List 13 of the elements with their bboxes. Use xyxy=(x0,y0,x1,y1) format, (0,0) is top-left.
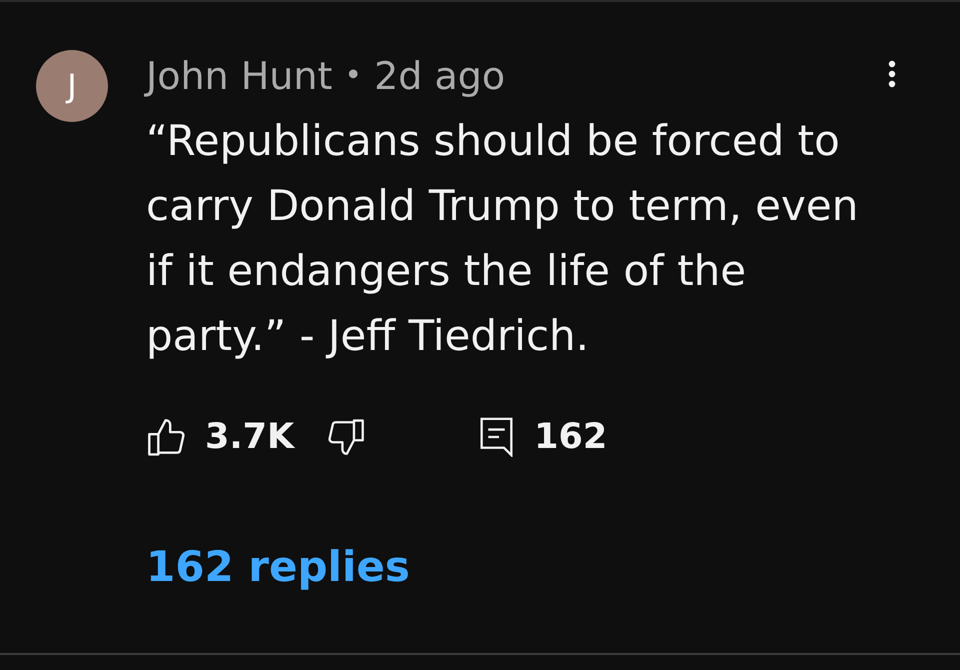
separator-dot: • xyxy=(344,57,362,95)
comment-text: “Republicans should be forced to carry Donald Trump to term, even if it endangers the life of the party.” - Jeff Tiedrich. xyxy=(146,115,860,362)
kebab-menu-icon xyxy=(888,60,896,88)
thumbs-down-icon xyxy=(327,419,364,455)
avatar[interactable]: J xyxy=(36,50,108,122)
reply-button[interactable]: 162 xyxy=(480,417,608,457)
like-button[interactable]: 3.7K xyxy=(148,417,294,457)
author-name[interactable]: John Hunt xyxy=(146,52,332,100)
replies-link[interactable]: 162 replies xyxy=(146,541,410,593)
comment-time[interactable]: 2d ago xyxy=(374,52,506,100)
comment-icon xyxy=(480,417,514,457)
dislike-button[interactable] xyxy=(327,419,364,455)
thumbs-up-icon xyxy=(148,418,186,456)
